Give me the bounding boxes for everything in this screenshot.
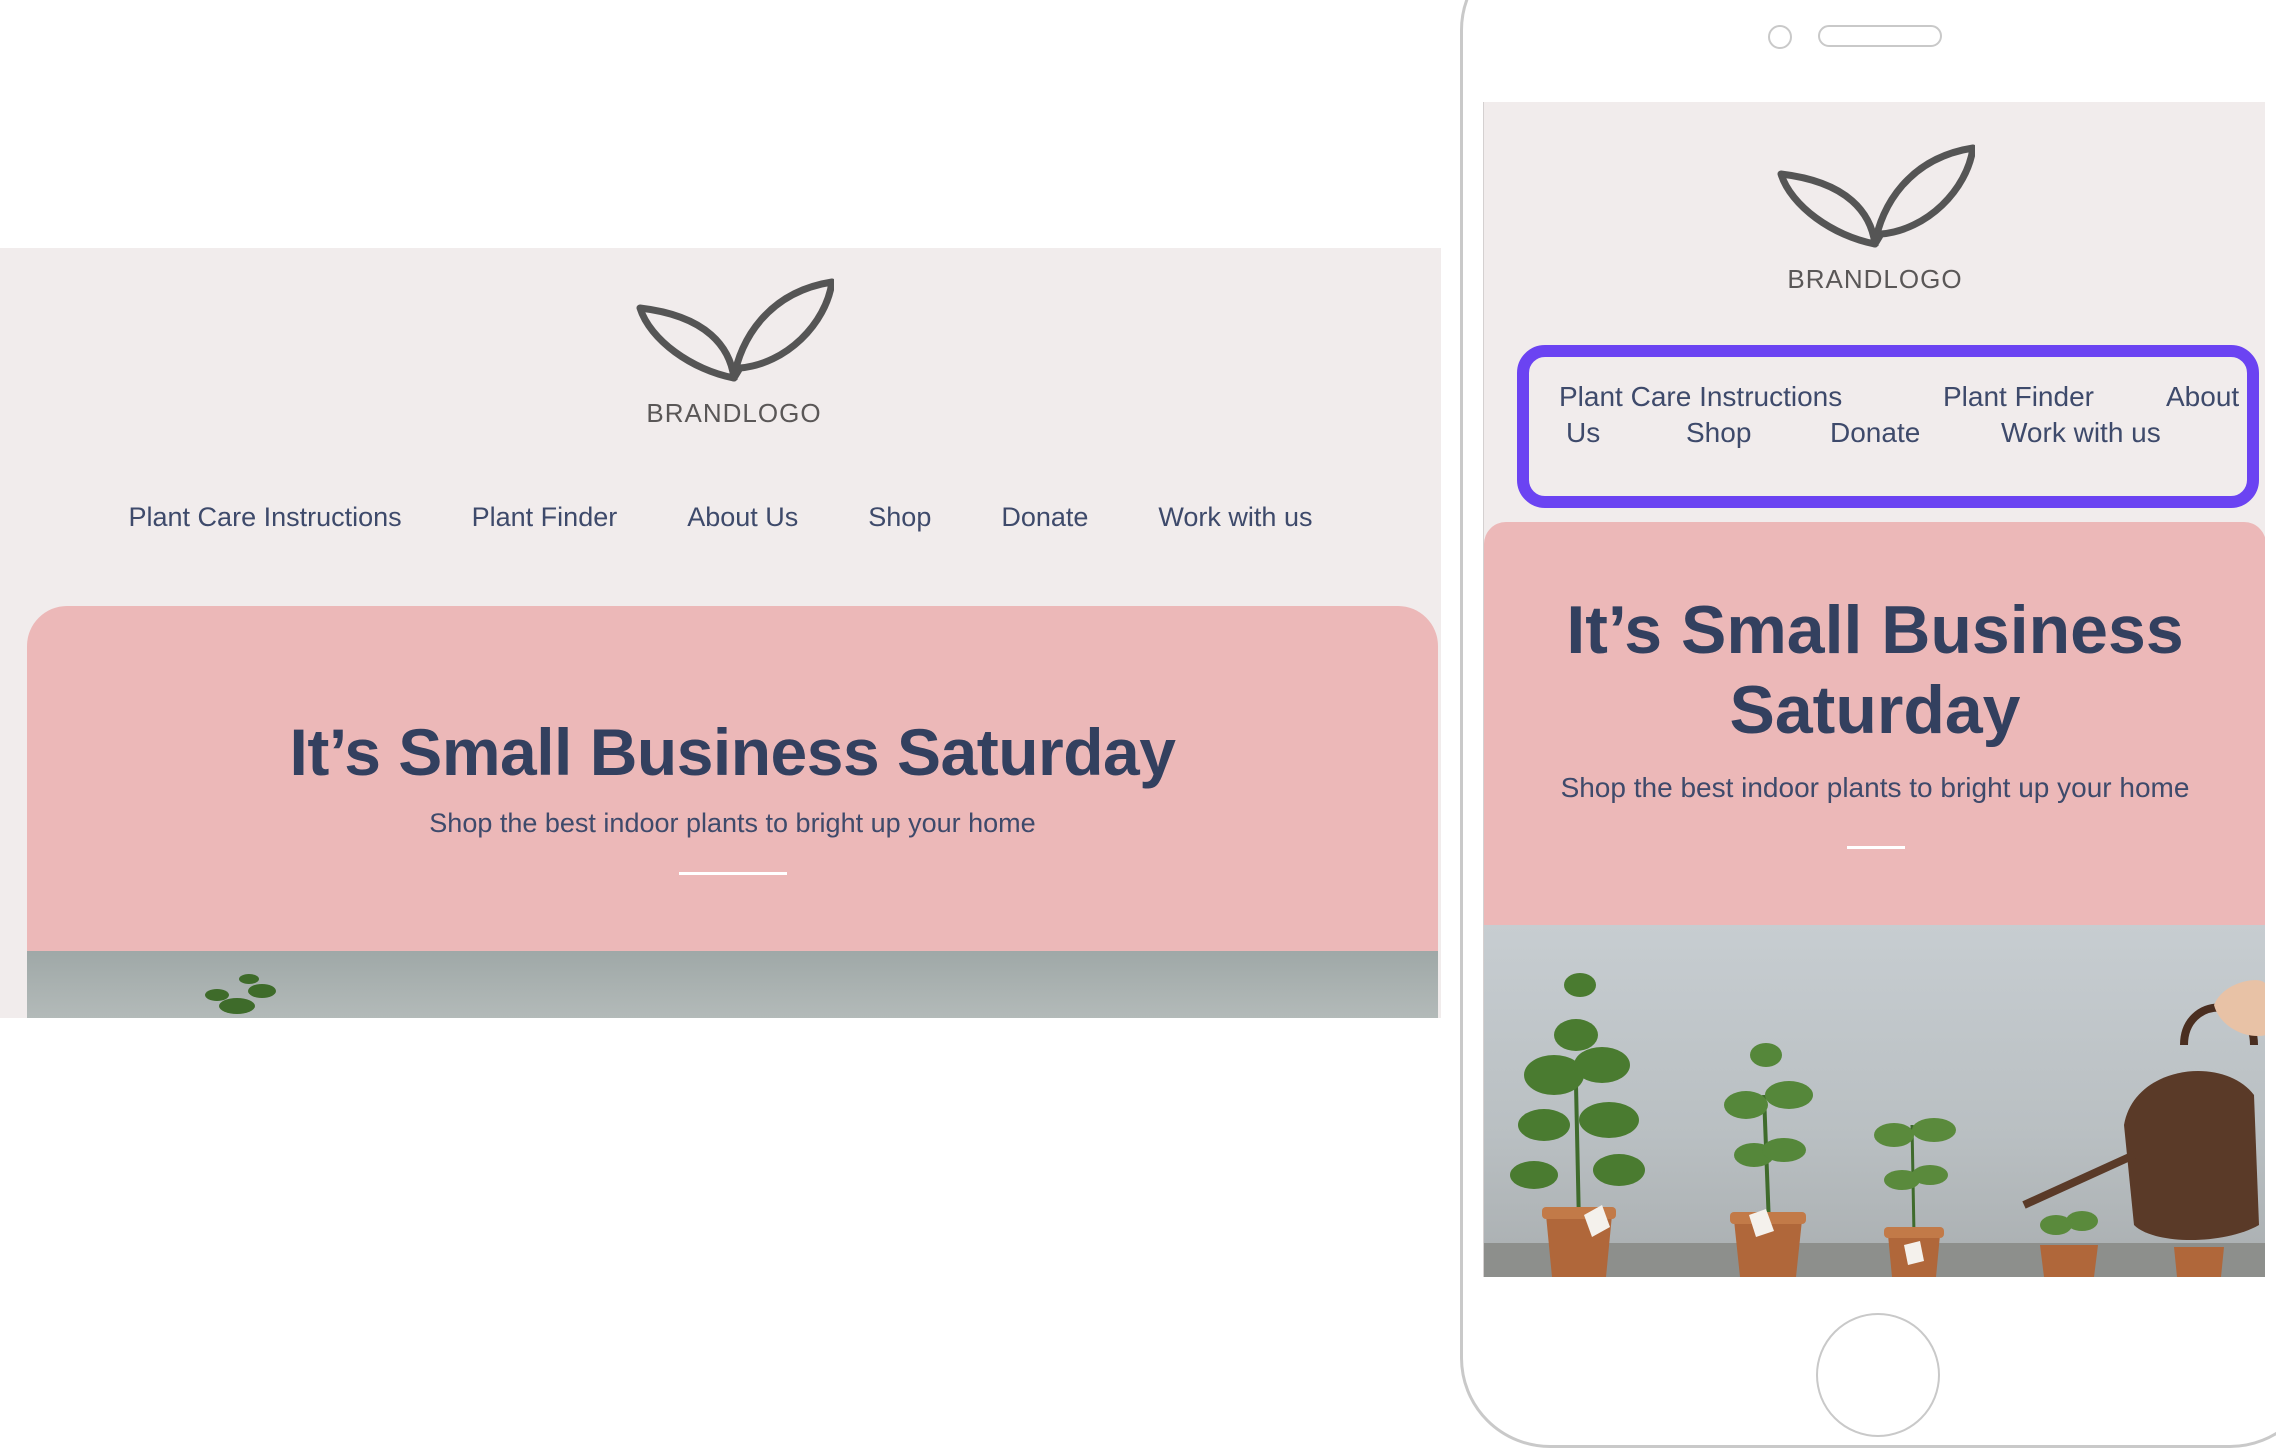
hero-divider [679,872,787,875]
mobile-brand-logo[interactable]: BRANDLOGO [1775,144,1975,295]
hero-title: It’s Small Business Saturday [289,715,1176,789]
mobile-nav-plant-care[interactable]: Plant Care Instructions [1559,381,1842,413]
leaf-logo-icon [636,278,834,382]
mobile-nav-plant-finder[interactable]: Plant Finder [1943,381,2094,413]
mobile-hero-title: It’s Small Business Saturday [1484,590,2265,750]
mobile-preview: BRANDLOGO Plant Care Instructions Plant … [1483,102,2265,1277]
mobile-nav-us[interactable]: Us [1566,417,1600,449]
mobile-hero-subtitle: Shop the best indoor plants to bright up… [1560,772,2190,803]
nav-shop[interactable]: Shop [868,502,931,533]
mobile-nav-donate[interactable]: Donate [1830,417,1920,449]
speaker-icon [1818,25,1942,47]
mobile-nav-highlight: Plant Care Instructions Plant Finder Abo… [1517,345,2259,508]
stage: BRANDLOGO Plant Care Instructions Plant … [0,0,2276,1448]
mobile-brand-logo-text: BRANDLOGO [1787,264,1963,294]
mobile-nav-about[interactable]: About [2166,381,2239,413]
nav-about-us[interactable]: About Us [687,502,798,533]
mobile-nav-work-with-us[interactable]: Work with us [2001,417,2161,449]
hero-photo [27,951,1438,1018]
desktop-nav: Plant Care Instructions Plant Finder Abo… [0,502,1441,533]
nav-work-with-us[interactable]: Work with us [1158,502,1312,533]
brand-logo-text: BRANDLOGO [646,398,822,428]
nav-donate[interactable]: Donate [1001,502,1088,533]
plants-watering-illustration [1484,973,2265,1277]
mobile-nav-shop[interactable]: Shop [1686,417,1751,449]
mobile-hero-banner: It’s Small Business Saturday Shop the be… [1484,522,2265,1277]
leaf-logo-icon [1777,144,1975,248]
nav-plant-care[interactable]: Plant Care Instructions [129,502,402,533]
desktop-preview: BRANDLOGO Plant Care Instructions Plant … [0,248,1441,1018]
brand-logo[interactable]: BRANDLOGO [629,278,839,429]
home-button[interactable] [1816,1313,1940,1437]
hero-subtitle: Shop the best indoor plants to bright up… [429,808,1036,838]
plants-photo [1484,925,2265,1277]
plant-icon [205,974,276,1014]
mobile-hero-divider [1847,846,1905,849]
camera-icon [1768,25,1792,49]
mobile-hero-title-line-1: It’s Small Business [1566,592,2184,668]
nav-plant-finder[interactable]: Plant Finder [472,502,618,533]
hero-banner: It’s Small Business Saturday Shop the be… [27,606,1438,1018]
mobile-hero-title-line-2: Saturday [1729,672,2021,748]
